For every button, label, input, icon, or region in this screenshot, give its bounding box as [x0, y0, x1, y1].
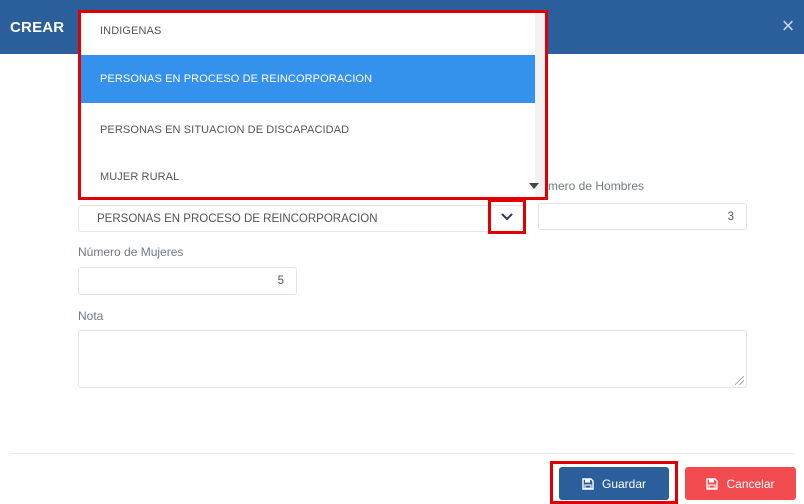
- women-count-label: Número de Mujeres: [78, 245, 184, 259]
- save-icon: [582, 477, 594, 490]
- modal-title: CREAR: [10, 19, 65, 36]
- dropdown-option-selected[interactable]: PERSONAS EN PROCESO DE REINCORPORACION: [81, 55, 535, 103]
- population-select[interactable]: PERSONAS EN PROCESO DE REINCORPORACION: [78, 205, 526, 232]
- women-count-value: 5: [277, 275, 284, 287]
- save-icon: [706, 477, 719, 490]
- women-count-input[interactable]: 5: [78, 267, 297, 295]
- close-icon[interactable]: ×: [778, 15, 798, 37]
- dropdown-option[interactable]: MUJER RURAL: [81, 153, 535, 197]
- save-button[interactable]: Guardar: [559, 467, 669, 500]
- men-count-value: 3: [727, 211, 734, 223]
- note-textarea[interactable]: [78, 330, 747, 388]
- scroll-down-arrow-icon[interactable]: [529, 183, 539, 189]
- cancel-button-label: Cancelar: [726, 476, 775, 491]
- footer-divider: [10, 453, 794, 454]
- save-button-label: Guardar: [601, 476, 647, 491]
- dropdown-option[interactable]: PERSONAS EN SITUACION DE DISCAPACIDAD: [81, 106, 535, 154]
- men-count-label: mero de Hombres: [548, 179, 645, 193]
- population-dropdown: INDIGENAS PERSONAS EN PROCESO DE REINCOR…: [78, 10, 548, 200]
- note-label: Nota: [78, 309, 104, 323]
- chevron-down-icon: [501, 213, 513, 220]
- dropdown-scrollbar[interactable]: [535, 13, 545, 197]
- cancel-button[interactable]: Cancelar: [685, 467, 796, 500]
- men-count-input[interactable]: 3: [538, 203, 747, 230]
- resize-grip-icon[interactable]: [735, 376, 744, 385]
- population-select-toggle[interactable]: [488, 199, 526, 234]
- population-select-value: PERSONAS EN PROCESO DE REINCORPORACION: [97, 213, 378, 225]
- dropdown-option[interactable]: INDIGENAS: [81, 13, 535, 55]
- dropdown-list: INDIGENAS PERSONAS EN PROCESO DE REINCOR…: [81, 13, 535, 197]
